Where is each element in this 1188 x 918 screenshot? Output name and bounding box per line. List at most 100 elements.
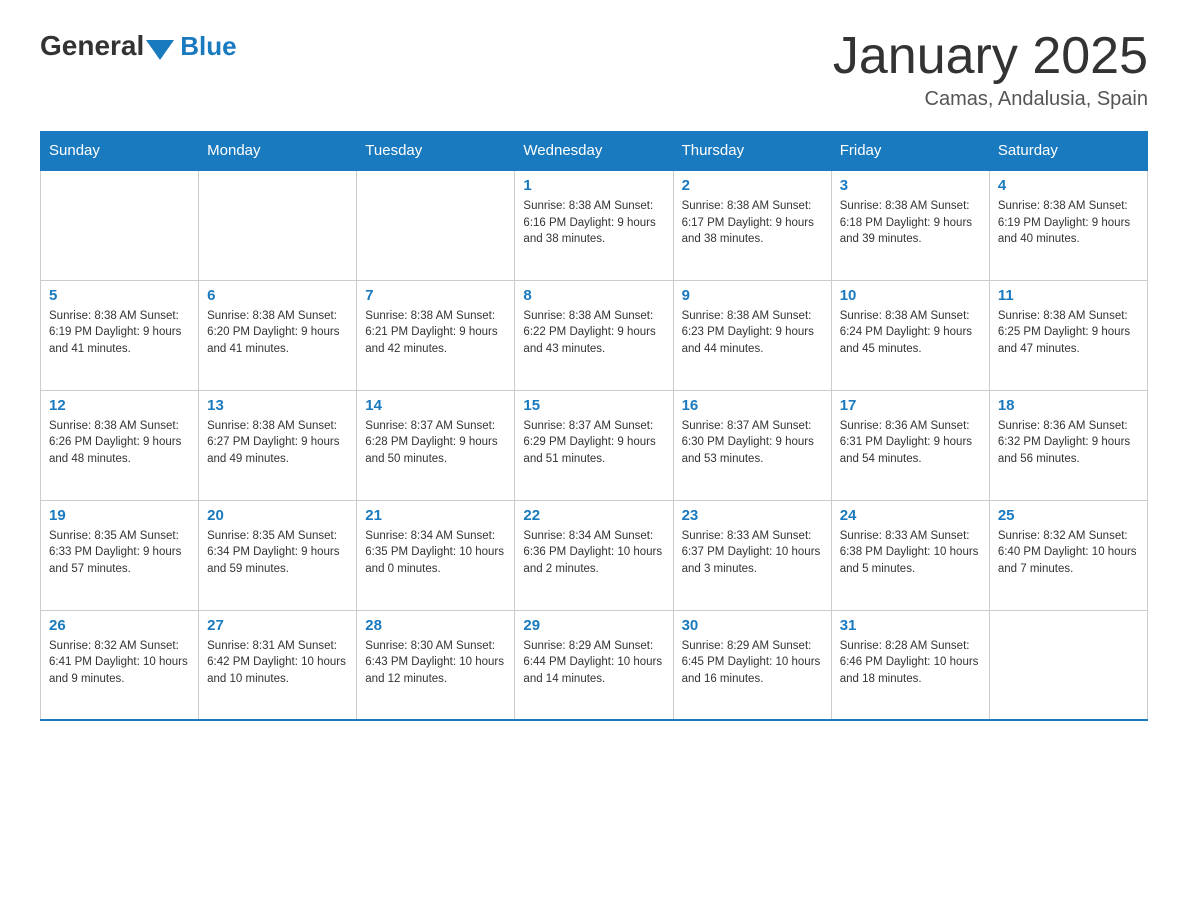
- day-number: 20: [207, 507, 348, 524]
- month-title: January 2025: [833, 30, 1148, 82]
- day-info: Sunrise: 8:36 AM Sunset: 6:32 PM Dayligh…: [998, 418, 1139, 468]
- day-number: 5: [49, 287, 190, 304]
- week-row-2: 12Sunrise: 8:38 AM Sunset: 6:26 PM Dayli…: [41, 390, 1148, 500]
- day-number: 15: [523, 397, 664, 414]
- header-saturday: Saturday: [989, 132, 1147, 171]
- logo-general-text: General: [40, 30, 144, 62]
- day-number: 3: [840, 177, 981, 194]
- header-thursday: Thursday: [673, 132, 831, 171]
- day-number: 24: [840, 507, 981, 524]
- day-info: Sunrise: 8:35 AM Sunset: 6:34 PM Dayligh…: [207, 528, 348, 578]
- week-row-4: 26Sunrise: 8:32 AM Sunset: 6:41 PM Dayli…: [41, 610, 1148, 720]
- day-info: Sunrise: 8:32 AM Sunset: 6:40 PM Dayligh…: [998, 528, 1139, 578]
- calendar-cell: 1 Sunrise: 8:38 AM Sunset: 6:16 PM Daylig…: [515, 170, 673, 280]
- day-info: Sunrise: 8:38 AM Sunset: 6:19 PM Dayligh…: [998, 198, 1139, 248]
- logo: General Blue: [40, 30, 237, 62]
- header-tuesday: Tuesday: [357, 132, 515, 171]
- title-block: January 2025 Camas, Andalusia, Spain: [833, 30, 1148, 111]
- header-row: SundayMondayTuesdayWednesdayThursdayFrid…: [41, 132, 1148, 171]
- day-number: 22: [523, 507, 664, 524]
- week-row-1: 5 Sunrise: 8:38 AM Sunset: 6:19 PM Daylig…: [41, 280, 1148, 390]
- calendar-cell: 27 Sunrise: 8:31 AM Sunset: 6:42 PM Dayli…: [199, 610, 357, 720]
- day-number: 21: [365, 507, 506, 524]
- calendar-cell: 20 Sunrise: 8:35 AM Sunset: 6:34 PM Dayli…: [199, 500, 357, 610]
- calendar-cell: 9Sunrise: 8:38 AM Sunset: 6:23 PM Daylig…: [673, 280, 831, 390]
- day-number: 14: [365, 397, 506, 414]
- day-number: 30: [682, 617, 823, 634]
- day-info: Sunrise: 8:38 AM Sunset: 6:24 PM Dayligh…: [840, 308, 981, 358]
- calendar-cell: 28 Sunrise: 8:30 AM Sunset: 6:43 PM Dayli…: [357, 610, 515, 720]
- calendar-cell: 26Sunrise: 8:32 AM Sunset: 6:41 PM Dayli…: [41, 610, 199, 720]
- calendar-cell: 6 Sunrise: 8:38 AM Sunset: 6:20 PM Daylig…: [199, 280, 357, 390]
- calendar-cell: 7Sunrise: 8:38 AM Sunset: 6:21 PM Daylig…: [357, 280, 515, 390]
- calendar-cell: 4 Sunrise: 8:38 AM Sunset: 6:19 PM Daylig…: [989, 170, 1147, 280]
- calendar-cell: 31 Sunrise: 8:28 AM Sunset: 6:46 PM Dayli…: [831, 610, 989, 720]
- day-info: Sunrise: 8:38 AM Sunset: 6:22 PM Dayligh…: [523, 308, 664, 358]
- logo-blue-text: Blue: [180, 31, 236, 62]
- day-number: 9: [682, 287, 823, 304]
- day-info: Sunrise: 8:33 AM Sunset: 6:38 PM Dayligh…: [840, 528, 981, 578]
- calendar-cell: 30Sunrise: 8:29 AM Sunset: 6:45 PM Dayli…: [673, 610, 831, 720]
- day-info: Sunrise: 8:36 AM Sunset: 6:31 PM Dayligh…: [840, 418, 981, 468]
- calendar-cell: 23 Sunrise: 8:33 AM Sunset: 6:37 PM Dayli…: [673, 500, 831, 610]
- calendar-cell: [989, 610, 1147, 720]
- day-number: 11: [998, 287, 1139, 304]
- day-info: Sunrise: 8:35 AM Sunset: 6:33 PM Dayligh…: [49, 528, 190, 578]
- calendar-cell: 5 Sunrise: 8:38 AM Sunset: 6:19 PM Daylig…: [41, 280, 199, 390]
- day-info: Sunrise: 8:31 AM Sunset: 6:42 PM Dayligh…: [207, 638, 348, 688]
- calendar-cell: 8 Sunrise: 8:38 AM Sunset: 6:22 PM Daylig…: [515, 280, 673, 390]
- calendar-cell: 29 Sunrise: 8:29 AM Sunset: 6:44 PM Dayli…: [515, 610, 673, 720]
- day-number: 29: [523, 617, 664, 634]
- day-number: 13: [207, 397, 348, 414]
- day-number: 16: [682, 397, 823, 414]
- calendar-cell: 15Sunrise: 8:37 AM Sunset: 6:29 PM Dayli…: [515, 390, 673, 500]
- day-number: 27: [207, 617, 348, 634]
- day-number: 6: [207, 287, 348, 304]
- calendar-cell: 24 Sunrise: 8:33 AM Sunset: 6:38 PM Dayli…: [831, 500, 989, 610]
- week-row-3: 19Sunrise: 8:35 AM Sunset: 6:33 PM Dayli…: [41, 500, 1148, 610]
- header-wednesday: Wednesday: [515, 132, 673, 171]
- day-info: Sunrise: 8:34 AM Sunset: 6:35 PM Dayligh…: [365, 528, 506, 578]
- day-info: Sunrise: 8:38 AM Sunset: 6:16 PM Dayligh…: [523, 198, 664, 248]
- day-info: Sunrise: 8:32 AM Sunset: 6:41 PM Dayligh…: [49, 638, 190, 688]
- day-number: 25: [998, 507, 1139, 524]
- day-number: 1: [523, 177, 664, 194]
- header-friday: Friday: [831, 132, 989, 171]
- day-info: Sunrise: 8:37 AM Sunset: 6:30 PM Dayligh…: [682, 418, 823, 468]
- day-number: 28: [365, 617, 506, 634]
- calendar-cell: 25 Sunrise: 8:32 AM Sunset: 6:40 PM Dayli…: [989, 500, 1147, 610]
- calendar-cell: 2Sunrise: 8:38 AM Sunset: 6:17 PM Daylig…: [673, 170, 831, 280]
- calendar-cell: 18 Sunrise: 8:36 AM Sunset: 6:32 PM Dayli…: [989, 390, 1147, 500]
- calendar-header: SundayMondayTuesdayWednesdayThursdayFrid…: [41, 132, 1148, 171]
- location: Camas, Andalusia, Spain: [833, 88, 1148, 111]
- page-header: General Blue January 2025 Camas, Andalus…: [40, 30, 1148, 111]
- day-info: Sunrise: 8:30 AM Sunset: 6:43 PM Dayligh…: [365, 638, 506, 688]
- calendar-cell: 16 Sunrise: 8:37 AM Sunset: 6:30 PM Dayli…: [673, 390, 831, 500]
- day-info: Sunrise: 8:38 AM Sunset: 6:20 PM Dayligh…: [207, 308, 348, 358]
- day-number: 4: [998, 177, 1139, 194]
- calendar-cell: 22Sunrise: 8:34 AM Sunset: 6:36 PM Dayli…: [515, 500, 673, 610]
- day-info: Sunrise: 8:38 AM Sunset: 6:17 PM Dayligh…: [682, 198, 823, 248]
- header-monday: Monday: [199, 132, 357, 171]
- day-number: 12: [49, 397, 190, 414]
- day-info: Sunrise: 8:29 AM Sunset: 6:44 PM Dayligh…: [523, 638, 664, 688]
- header-sunday: Sunday: [41, 132, 199, 171]
- day-info: Sunrise: 8:33 AM Sunset: 6:37 PM Dayligh…: [682, 528, 823, 578]
- day-info: Sunrise: 8:38 AM Sunset: 6:19 PM Dayligh…: [49, 308, 190, 358]
- day-info: Sunrise: 8:38 AM Sunset: 6:25 PM Dayligh…: [998, 308, 1139, 358]
- calendar-table: SundayMondayTuesdayWednesdayThursdayFrid…: [40, 131, 1148, 721]
- day-number: 18: [998, 397, 1139, 414]
- day-info: Sunrise: 8:37 AM Sunset: 6:28 PM Dayligh…: [365, 418, 506, 468]
- calendar-cell: 11 Sunrise: 8:38 AM Sunset: 6:25 PM Dayli…: [989, 280, 1147, 390]
- calendar-cell: 12Sunrise: 8:38 AM Sunset: 6:26 PM Dayli…: [41, 390, 199, 500]
- calendar-cell: 3Sunrise: 8:38 AM Sunset: 6:18 PM Daylig…: [831, 170, 989, 280]
- day-number: 23: [682, 507, 823, 524]
- day-number: 10: [840, 287, 981, 304]
- calendar-cell: [41, 170, 199, 280]
- calendar-cell: 19Sunrise: 8:35 AM Sunset: 6:33 PM Dayli…: [41, 500, 199, 610]
- calendar-cell: 21 Sunrise: 8:34 AM Sunset: 6:35 PM Dayli…: [357, 500, 515, 610]
- day-number: 8: [523, 287, 664, 304]
- day-info: Sunrise: 8:28 AM Sunset: 6:46 PM Dayligh…: [840, 638, 981, 688]
- day-number: 31: [840, 617, 981, 634]
- day-number: 7: [365, 287, 506, 304]
